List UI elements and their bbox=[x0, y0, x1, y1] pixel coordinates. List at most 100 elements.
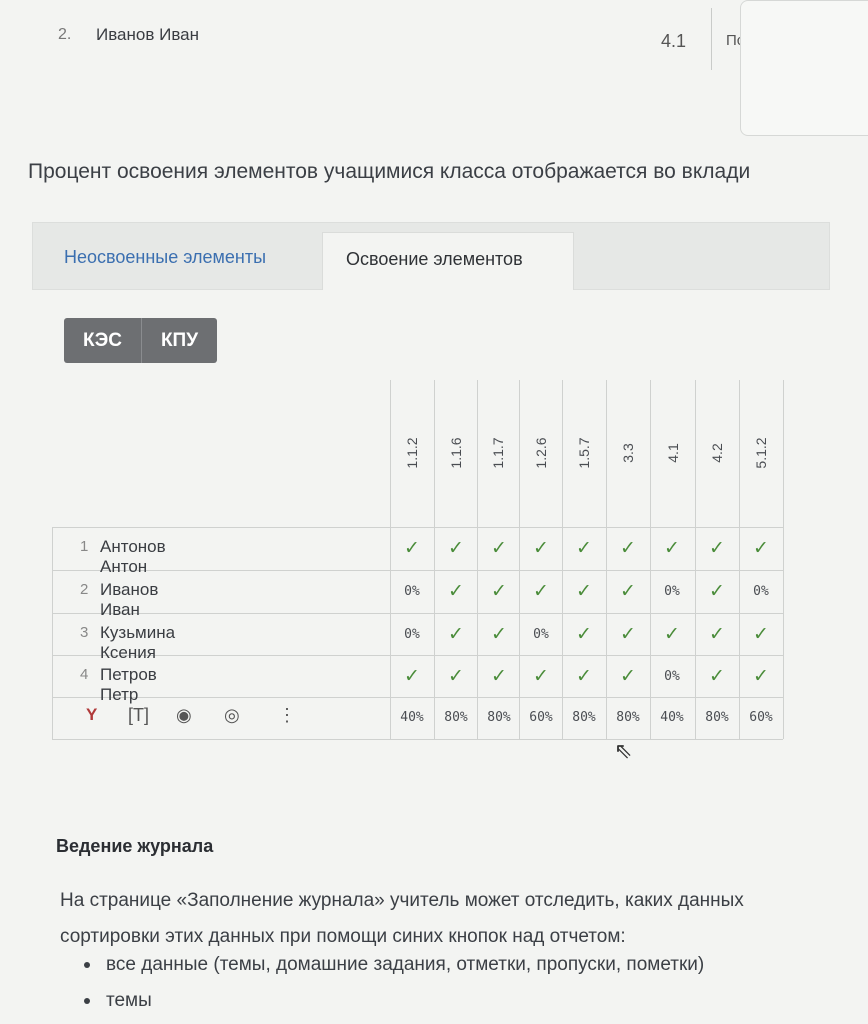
percent-cell: 0% bbox=[664, 583, 680, 599]
check-icon: ✓ bbox=[709, 623, 725, 645]
percent-cell: 0% bbox=[404, 583, 420, 599]
row-number: 2. bbox=[58, 26, 72, 43]
check-cell: ✓ bbox=[434, 613, 478, 655]
kpu-button[interactable]: КПУ bbox=[142, 318, 217, 363]
column-header[interactable]: 1.1.7 bbox=[490, 433, 506, 473]
percent-cell: 0% bbox=[533, 626, 549, 642]
row-number: 1 bbox=[80, 538, 89, 555]
column-header[interactable]: 1.5.7 bbox=[576, 433, 592, 473]
check-icon: ✓ bbox=[448, 623, 464, 645]
column-header[interactable]: 4.2 bbox=[709, 433, 725, 473]
check-icon: ✓ bbox=[664, 537, 680, 559]
filter-icon[interactable]: Y bbox=[86, 705, 97, 725]
row-number: 3 bbox=[80, 624, 89, 641]
check-icon: ✓ bbox=[576, 623, 592, 645]
section-paragraph: На странице «Заполнение журнала» учитель… bbox=[60, 883, 744, 955]
camera-icon[interactable]: ◎ bbox=[224, 705, 240, 726]
paragraph-line-1: На странице «Заполнение журнала» учитель… bbox=[60, 890, 744, 911]
text-icon[interactable]: [T] bbox=[128, 705, 149, 726]
check-cell: ✓ bbox=[695, 655, 739, 697]
column-header[interactable]: 1.2.6 bbox=[533, 433, 549, 473]
total-cell: 80% bbox=[444, 709, 468, 725]
student-name: Кузьмина Ксения bbox=[100, 623, 176, 662]
bullet-item: темы bbox=[84, 990, 152, 1012]
check-cell: ✓ bbox=[695, 570, 739, 612]
check-icon: ✓ bbox=[620, 580, 636, 602]
column-header[interactable]: 5.1.2 bbox=[753, 433, 769, 473]
kes-kpu-toggle: КЭС КПУ bbox=[64, 318, 217, 363]
check-icon: ✓ bbox=[576, 580, 592, 602]
side-card bbox=[740, 0, 868, 136]
score-value: 4.1 bbox=[661, 31, 687, 51]
check-cell: ✓ bbox=[606, 613, 650, 655]
check-cell: ✓ bbox=[519, 655, 563, 697]
check-icon: ✓ bbox=[491, 537, 507, 559]
eye-icon[interactable]: ◉ bbox=[176, 705, 192, 726]
column-header[interactable]: 3.3 bbox=[620, 433, 636, 473]
check-cell: ✓ bbox=[739, 655, 783, 697]
check-cell: ✓ bbox=[519, 527, 563, 569]
check-icon: ✓ bbox=[404, 665, 420, 687]
check-icon: ✓ bbox=[709, 580, 725, 602]
paragraph-line-2: сортировки этих данных при помощи синих … bbox=[60, 926, 626, 947]
check-icon: ✓ bbox=[448, 580, 464, 602]
check-cell: ✓ bbox=[606, 570, 650, 612]
intro-text: Процент освоения элементов учащимися кла… bbox=[28, 160, 751, 183]
student-name: Иванов Иван bbox=[100, 580, 159, 619]
bullet-text: темы bbox=[106, 990, 152, 1011]
check-cell: ✓ bbox=[477, 527, 521, 569]
check-icon: ✓ bbox=[664, 623, 680, 645]
total-cell: 40% bbox=[660, 709, 684, 725]
check-icon: ✓ bbox=[753, 623, 769, 645]
check-icon: ✓ bbox=[533, 537, 549, 559]
check-cell: ✓ bbox=[390, 655, 434, 697]
more-icon[interactable]: ⋮ bbox=[278, 705, 296, 726]
check-cell: ✓ bbox=[650, 527, 694, 569]
check-icon: ✓ bbox=[448, 665, 464, 687]
row-number: 4 bbox=[80, 666, 89, 683]
column-header[interactable]: 1.1.6 bbox=[448, 433, 464, 473]
check-cell: ✓ bbox=[739, 527, 783, 569]
total-cell: 80% bbox=[705, 709, 729, 725]
check-icon: ✓ bbox=[620, 623, 636, 645]
percent-cell: 0% bbox=[753, 583, 769, 599]
check-icon: ✓ bbox=[709, 537, 725, 559]
check-icon: ✓ bbox=[491, 580, 507, 602]
check-icon: ✓ bbox=[709, 665, 725, 687]
total-cell: 80% bbox=[616, 709, 640, 725]
tab-unmastered-elements[interactable]: Неосвоенные элементы bbox=[64, 247, 266, 268]
check-icon: ✓ bbox=[620, 665, 636, 687]
percent-cell: 0% bbox=[664, 668, 680, 684]
check-cell: ✓ bbox=[477, 655, 521, 697]
row-number: 2 bbox=[80, 581, 89, 598]
check-icon: ✓ bbox=[576, 537, 592, 559]
check-cell: ✓ bbox=[650, 613, 694, 655]
student-name: Антонов Антон bbox=[100, 537, 166, 576]
check-cell: ✓ bbox=[477, 570, 521, 612]
column-header[interactable]: 4.1 bbox=[665, 433, 681, 473]
check-cell: ✓ bbox=[606, 655, 650, 697]
total-cell: 60% bbox=[529, 709, 553, 725]
column-header[interactable]: 1.1.2 bbox=[404, 433, 420, 473]
kes-button[interactable]: КЭС bbox=[64, 318, 142, 363]
bullet-dot bbox=[84, 997, 90, 1004]
bullet-dot bbox=[84, 961, 90, 968]
total-cell: 60% bbox=[749, 709, 773, 725]
check-icon: ✓ bbox=[753, 665, 769, 687]
total-cell: 40% bbox=[400, 709, 424, 725]
check-icon: ✓ bbox=[404, 537, 420, 559]
check-cell: ✓ bbox=[562, 655, 606, 697]
check-icon: ✓ bbox=[448, 537, 464, 559]
check-icon: ✓ bbox=[576, 665, 592, 687]
check-icon: ✓ bbox=[753, 537, 769, 559]
table-row-divider bbox=[52, 739, 783, 740]
check-cell: ✓ bbox=[562, 527, 606, 569]
total-cell: 80% bbox=[487, 709, 511, 725]
column-divider bbox=[711, 8, 712, 70]
tab-mastery-elements-label[interactable]: Освоение элементов bbox=[346, 249, 523, 270]
check-cell: ✓ bbox=[606, 527, 650, 569]
student-name: Петров Петр bbox=[100, 665, 157, 704]
table-left-border bbox=[52, 527, 53, 739]
check-cell: ✓ bbox=[562, 570, 606, 612]
section-title: Ведение журнала bbox=[56, 836, 214, 856]
